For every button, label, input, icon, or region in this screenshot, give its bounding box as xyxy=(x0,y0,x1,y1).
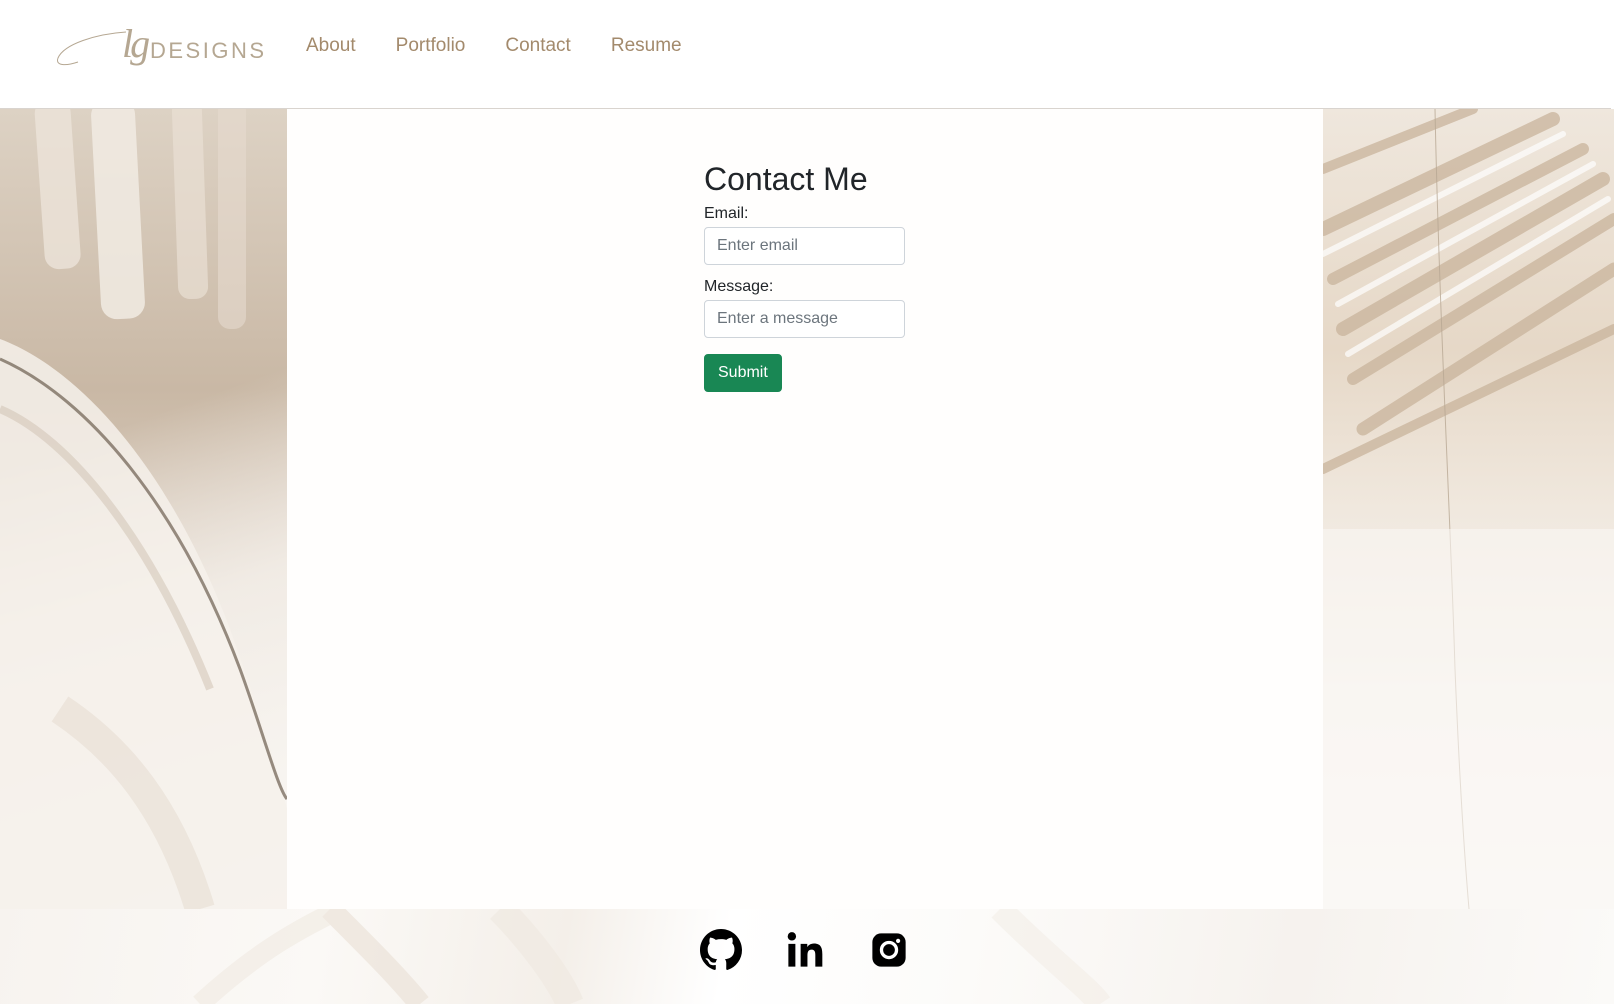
email-field[interactable] xyxy=(704,227,905,265)
linkedin-icon[interactable] xyxy=(784,929,826,971)
logo-script: lg xyxy=(122,21,150,66)
left-background-image xyxy=(0,109,287,909)
page-title: Contact Me xyxy=(704,161,868,197)
nav-link-contact[interactable]: Contact xyxy=(505,33,570,59)
social-links xyxy=(700,929,952,971)
message-field[interactable] xyxy=(704,300,905,338)
nav-link-portfolio[interactable]: Portfolio xyxy=(396,33,466,59)
github-icon[interactable] xyxy=(700,929,742,971)
brand-logo[interactable]: lg DESIGNS xyxy=(56,21,264,70)
nav-link-resume[interactable]: Resume xyxy=(611,33,682,59)
nav-link-about[interactable]: About xyxy=(306,33,356,59)
contact-form: Contact Me Email: Message: Submit xyxy=(704,159,914,392)
page: lg DESIGNS About Portfolio Contact Resum… xyxy=(0,0,1614,1004)
right-palm-shadows xyxy=(1323,109,1614,909)
instagram-icon[interactable] xyxy=(868,929,910,971)
message-label: Message: xyxy=(704,278,774,295)
submit-button[interactable]: Submit xyxy=(704,354,782,392)
logo-wordmark: DESIGNS xyxy=(150,38,267,63)
site-footer xyxy=(0,909,1614,1004)
right-background-image xyxy=(1323,109,1614,909)
main-content: Contact Me Email: Message: Submit xyxy=(287,109,1323,909)
email-label: Email: xyxy=(704,205,749,222)
left-leaf-shadows xyxy=(0,109,287,909)
site-header: lg DESIGNS About Portfolio Contact Resum… xyxy=(0,0,1611,109)
main-nav: About Portfolio Contact Resume xyxy=(306,33,722,59)
